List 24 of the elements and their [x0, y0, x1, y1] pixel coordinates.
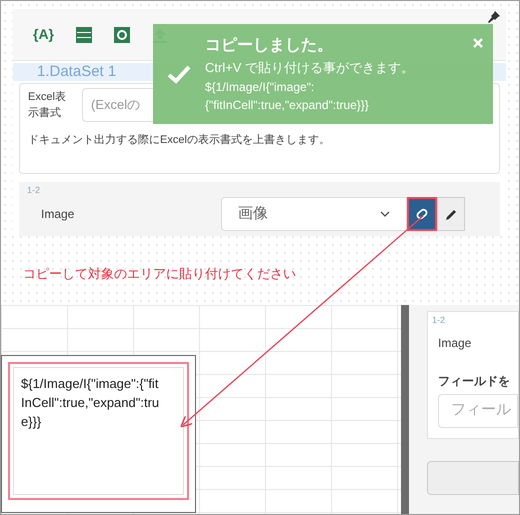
field-label: Image	[41, 206, 76, 223]
table-icon[interactable]	[76, 26, 92, 42]
pencil-icon	[444, 208, 458, 220]
gear-icon[interactable]	[114, 26, 130, 42]
toast-title: コピーしました。	[205, 36, 334, 56]
paperclip-icon	[415, 207, 429, 221]
check-icon	[167, 64, 191, 84]
pin-icon[interactable]	[488, 11, 500, 23]
field-label: Excel表示書式	[28, 90, 67, 121]
type-select[interactable]: 画像	[221, 197, 407, 231]
toast-code: {"fitInCell":true,"expand":true}}}	[205, 96, 370, 114]
field-number: 1-2	[432, 314, 446, 327]
field-number: 1-2	[27, 184, 42, 196]
field-heading: フィールドを	[438, 372, 511, 390]
chevron-icon	[380, 211, 390, 217]
edit-button[interactable]	[437, 197, 465, 231]
variable-button[interactable]: {A}	[33, 24, 54, 45]
cell-editor[interactable]: ${1/Image/I{"image":{"fitInCell":true,"expand":true}}}	[8, 362, 189, 500]
field-label: Image	[438, 334, 472, 352]
copy-button[interactable]	[407, 197, 437, 231]
annotation-text: コピーして対象のエリアに貼り付けてください	[23, 264, 297, 282]
toast-code: ${1/Image/I{"image":	[205, 78, 316, 96]
cell-text: ${1/Image/I{"image":{"fitInCell":true,"expand":true}}}	[21, 375, 160, 431]
description-text: ドキュメント出力する際にExcelの表示書式を上書きします。	[28, 133, 331, 148]
